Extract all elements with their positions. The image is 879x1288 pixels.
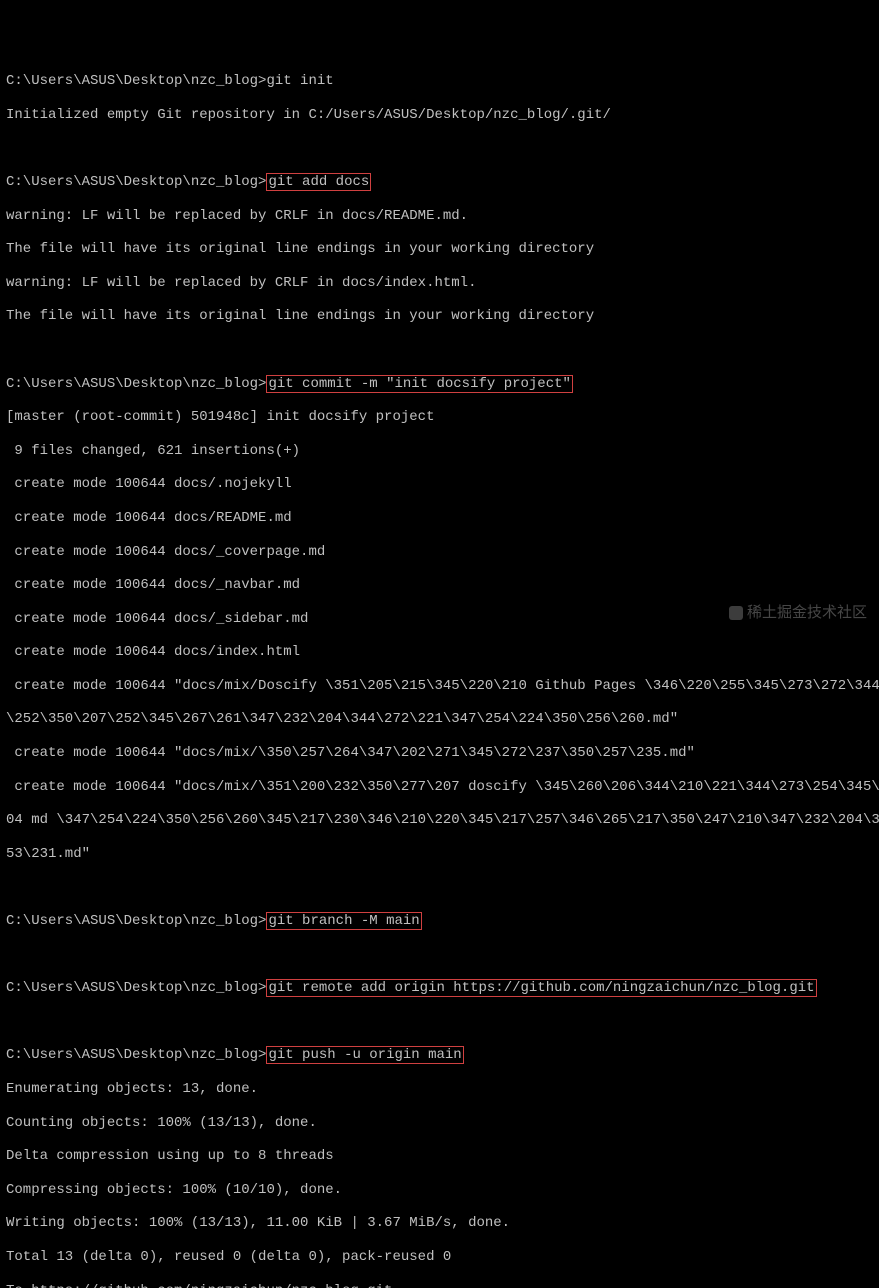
blank-line <box>6 947 873 964</box>
output-line: create mode 100644 docs/README.md <box>6 510 873 527</box>
output-line: 9 files changed, 621 insertions(+) <box>6 443 873 460</box>
output-line: create mode 100644 docs/.nojekyll <box>6 476 873 493</box>
terminal-line: C:\Users\ASUS\Desktop\nzc_blog>git commi… <box>6 376 873 393</box>
watermark: 稀土掘金技术社区 <box>729 604 867 622</box>
watermark-text: 稀土掘金技术社区 <box>747 604 867 621</box>
prompt: C:\Users\ASUS\Desktop\nzc_blog> <box>6 913 266 929</box>
output-line: Total 13 (delta 0), reused 0 (delta 0), … <box>6 1249 873 1266</box>
prompt: C:\Users\ASUS\Desktop\nzc_blog> <box>6 1047 266 1063</box>
prompt: C:\Users\ASUS\Desktop\nzc_blog> <box>6 376 266 392</box>
output-line: 04 md \347\254\224\350\256\260\345\217\2… <box>6 812 873 829</box>
terminal-line: C:\Users\ASUS\Desktop\nzc_blog>git remot… <box>6 980 873 997</box>
output-line: The file will have its original line end… <box>6 308 873 325</box>
output-line: create mode 100644 docs/_navbar.md <box>6 577 873 594</box>
output-line: Compressing objects: 100% (10/10), done. <box>6 1182 873 1199</box>
output-line: create mode 100644 docs/_coverpage.md <box>6 544 873 561</box>
prompt: C:\Users\ASUS\Desktop\nzc_blog> <box>6 174 266 190</box>
git-branch-cmd: git branch -M main <box>266 912 421 930</box>
terminal-line: C:\Users\ASUS\Desktop\nzc_blog>git init <box>6 73 873 90</box>
output-line: create mode 100644 "docs/mix/\351\200\23… <box>6 779 873 796</box>
output-line: To https://github.com/ningzaichun/nzc_bl… <box>6 1283 873 1288</box>
blank-line <box>6 342 873 359</box>
watermark-icon <box>729 606 743 620</box>
git-remote-cmd: git remote add origin https://github.com… <box>266 979 816 997</box>
prompt: C:\Users\ASUS\Desktop\nzc_blog> <box>6 73 266 89</box>
output-line: warning: LF will be replaced by CRLF in … <box>6 208 873 225</box>
output-line: create mode 100644 "docs/mix/Doscify \35… <box>6 678 873 695</box>
blank-line <box>6 879 873 896</box>
blank-line <box>6 140 873 157</box>
output-line: create mode 100644 "docs/mix/\350\257\26… <box>6 745 873 762</box>
git-push-cmd: git push -u origin main <box>266 1046 463 1064</box>
prompt: C:\Users\ASUS\Desktop\nzc_blog> <box>6 980 266 996</box>
git-commit-cmd: git commit -m "init docsify project" <box>266 375 572 393</box>
terminal-line: C:\Users\ASUS\Desktop\nzc_blog>git push … <box>6 1047 873 1064</box>
output-line: \252\350\207\252\345\267\261\347\232\204… <box>6 711 873 728</box>
output-line: Initialized empty Git repository in C:/U… <box>6 107 873 124</box>
terminal-line: C:\Users\ASUS\Desktop\nzc_blog>git add d… <box>6 174 873 191</box>
output-line: create mode 100644 docs/index.html <box>6 644 873 661</box>
output-line: 53\231.md" <box>6 846 873 863</box>
blank-line <box>6 1014 873 1031</box>
git-add-cmd: git add docs <box>266 173 371 191</box>
terminal-line: C:\Users\ASUS\Desktop\nzc_blog>git branc… <box>6 913 873 930</box>
output-line: Writing objects: 100% (13/13), 11.00 KiB… <box>6 1215 873 1232</box>
output-line: warning: LF will be replaced by CRLF in … <box>6 275 873 292</box>
output-line: Enumerating objects: 13, done. <box>6 1081 873 1098</box>
git-init-cmd: git init <box>266 73 333 89</box>
output-line: Delta compression using up to 8 threads <box>6 1148 873 1165</box>
output-line: Counting objects: 100% (13/13), done. <box>6 1115 873 1132</box>
output-line: The file will have its original line end… <box>6 241 873 258</box>
output-line: [master (root-commit) 501948c] init docs… <box>6 409 873 426</box>
